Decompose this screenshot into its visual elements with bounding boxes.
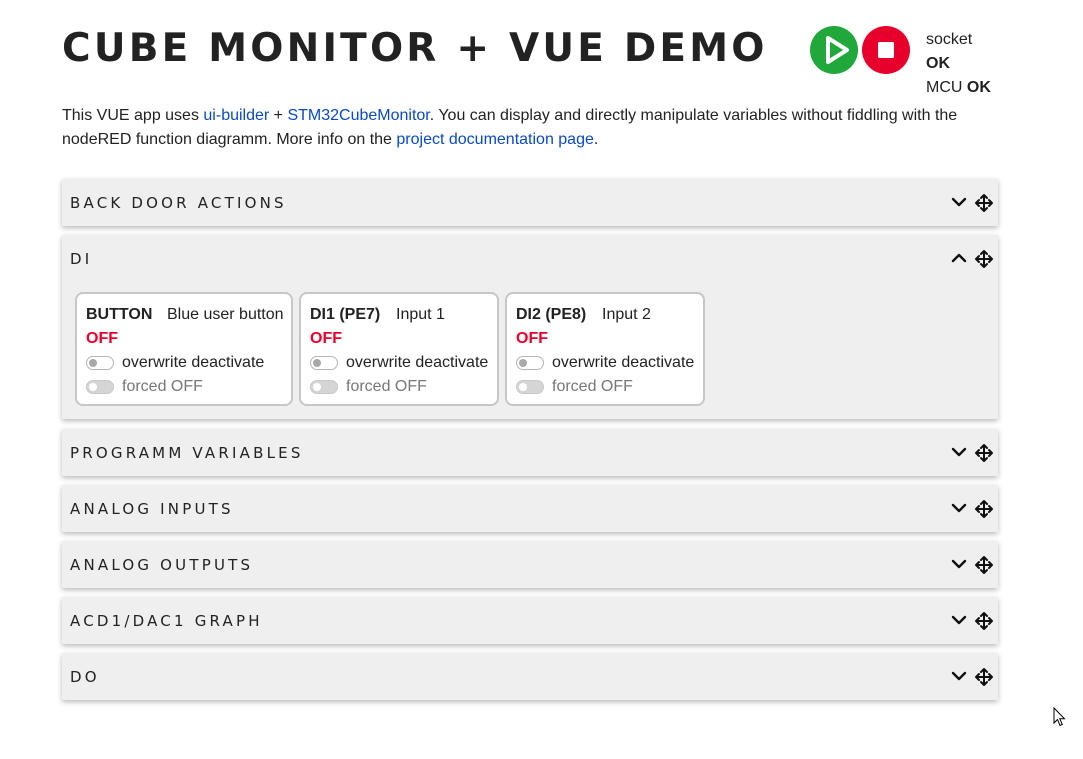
socket-label: socket bbox=[926, 31, 973, 48]
panel-header[interactable]: PROGRAMM VARIABLES bbox=[62, 429, 998, 476]
di-card-state: OFF bbox=[310, 330, 342, 347]
panel-header[interactable]: ACD1/DAC1 GRAPH bbox=[62, 597, 998, 644]
di-card-state: OFF bbox=[516, 330, 548, 347]
socket-status-value: OK bbox=[926, 55, 950, 72]
chevron-down-icon[interactable] bbox=[950, 193, 968, 211]
panel-analog-inputs: ANALOG INPUTS bbox=[62, 485, 998, 532]
forced-toggle[interactable] bbox=[86, 380, 114, 394]
move-icon[interactable] bbox=[974, 611, 994, 631]
panel-acd1-dac1-graph: ACD1/DAC1 GRAPH bbox=[62, 597, 998, 644]
intro-text-part: + bbox=[269, 107, 288, 124]
panel-header[interactable]: ANALOG OUTPUTS bbox=[62, 541, 998, 588]
panel-header[interactable]: BACK DOOR ACTIONS bbox=[62, 179, 998, 226]
di-card-description: Blue user button bbox=[167, 306, 284, 323]
panel-title: ANALOG OUTPUTS bbox=[70, 556, 254, 574]
play-icon bbox=[826, 36, 849, 64]
di-card-state: OFF bbox=[86, 330, 118, 347]
move-icon[interactable] bbox=[974, 443, 994, 463]
connection-status: socket OK MCU OK bbox=[926, 28, 998, 100]
panel-title: DO bbox=[70, 668, 100, 686]
chevron-down-icon[interactable] bbox=[950, 611, 968, 629]
play-button[interactable] bbox=[810, 26, 858, 74]
forced-toggle-label: forced OFF bbox=[552, 378, 633, 395]
panel-analog-outputs: ANALOG OUTPUTS bbox=[62, 541, 998, 588]
panel-title: ANALOG INPUTS bbox=[70, 500, 234, 518]
stop-button[interactable] bbox=[862, 26, 910, 74]
forced-toggle-label: forced OFF bbox=[122, 378, 203, 395]
panel-header[interactable]: DO bbox=[62, 653, 998, 700]
page-title: CUBE MONITOR + VUE DEMO bbox=[62, 26, 768, 71]
di-card-name: DI2 (PE8) bbox=[516, 306, 587, 323]
panel-title: BACK DOOR ACTIONS bbox=[70, 194, 287, 212]
chevron-down-icon[interactable] bbox=[950, 443, 968, 461]
overwrite-toggle-label: overwrite deactivate bbox=[122, 354, 265, 371]
intro-text: This VUE app uses ui-builder + STM32Cube… bbox=[62, 104, 982, 152]
di-card-description: Input 2 bbox=[602, 306, 651, 323]
panel-do: DO bbox=[62, 653, 998, 700]
overwrite-toggle[interactable] bbox=[310, 356, 338, 370]
intro-text-part: This VUE app uses bbox=[62, 107, 204, 124]
mouse-pointer-icon bbox=[1053, 707, 1066, 727]
di-card-button: BUTTON Blue user button OFF overwrite de… bbox=[75, 292, 293, 406]
di-card-name: DI1 (PE7) bbox=[310, 306, 381, 323]
move-icon[interactable] bbox=[974, 193, 994, 213]
di-card-description: Input 1 bbox=[396, 306, 445, 323]
mcu-status-value: OK bbox=[966, 79, 991, 96]
overwrite-toggle[interactable] bbox=[86, 356, 114, 370]
panel-header[interactable]: ANALOG INPUTS bbox=[62, 485, 998, 532]
panel-programm-variables: PROGRAMM VARIABLES bbox=[62, 429, 998, 476]
stm32cubemonitor-link[interactable]: STM32CubeMonitor bbox=[287, 107, 429, 124]
mcu-label: MCU bbox=[926, 79, 963, 96]
mcu-status: MCU OK bbox=[926, 76, 998, 100]
overwrite-toggle[interactable] bbox=[516, 356, 544, 370]
forced-toggle[interactable] bbox=[516, 380, 544, 394]
stop-icon bbox=[878, 42, 894, 58]
panel-title: ACD1/DAC1 GRAPH bbox=[70, 612, 263, 630]
panel-title: PROGRAMM VARIABLES bbox=[70, 444, 304, 462]
di-card-di2: DI2 (PE8) Input 2 OFF overwrite deactiva… bbox=[505, 292, 705, 406]
overwrite-toggle-label: overwrite deactivate bbox=[552, 354, 695, 371]
forced-toggle[interactable] bbox=[310, 380, 338, 394]
ui-builder-link[interactable]: ui-builder bbox=[203, 107, 269, 124]
project-docs-link[interactable]: project documentation page bbox=[396, 131, 593, 148]
move-icon[interactable] bbox=[974, 667, 994, 687]
forced-toggle-label: forced OFF bbox=[346, 378, 427, 395]
page-header: CUBE MONITOR + VUE DEMO socket OK MCU OK bbox=[62, 20, 998, 96]
di-card-name: BUTTON bbox=[86, 306, 153, 323]
move-icon[interactable] bbox=[974, 249, 994, 269]
chevron-down-icon[interactable] bbox=[950, 667, 968, 685]
move-icon[interactable] bbox=[974, 499, 994, 519]
panel-di: DI BUTTON Blue user button OFF overwrite… bbox=[62, 235, 998, 419]
panel-title: DI bbox=[70, 250, 93, 268]
move-icon[interactable] bbox=[974, 555, 994, 575]
panel-header[interactable]: DI bbox=[62, 235, 998, 282]
di-card-di1: DI1 (PE7) Input 1 OFF overwrite deactiva… bbox=[299, 292, 499, 406]
socket-status: socket OK bbox=[926, 28, 998, 76]
intro-text-part: . bbox=[593, 131, 599, 148]
chevron-up-icon[interactable] bbox=[950, 249, 968, 267]
overwrite-toggle-label: overwrite deactivate bbox=[346, 354, 489, 371]
chevron-down-icon[interactable] bbox=[950, 499, 968, 517]
chevron-down-icon[interactable] bbox=[950, 555, 968, 573]
panel-back-door-actions: BACK DOOR ACTIONS bbox=[62, 179, 998, 226]
